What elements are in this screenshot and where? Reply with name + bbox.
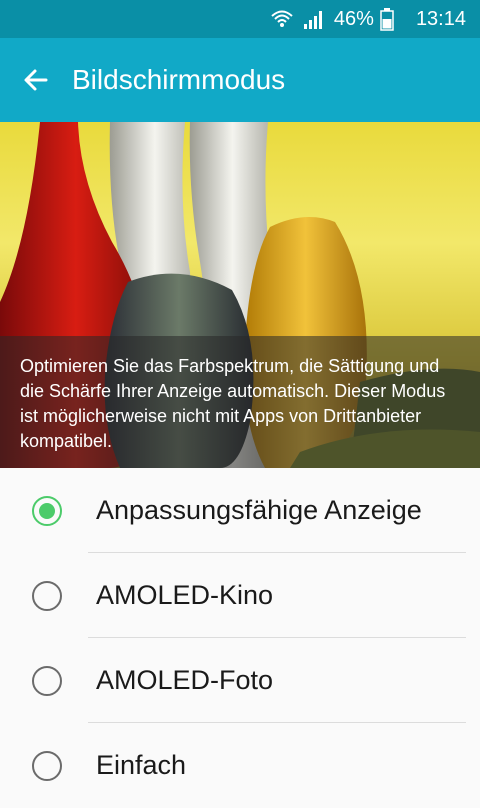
preview-image: Optimieren Sie das Farbspektrum, die Sät… xyxy=(0,122,480,468)
option-basic[interactable]: Einfach xyxy=(0,723,480,808)
signal-icon xyxy=(302,8,326,30)
radio-unselected-icon[interactable] xyxy=(32,665,62,696)
option-label: Anpassungsfähige Anzeige xyxy=(96,495,422,525)
option-adaptive-display[interactable]: Anpassungsfähige Anzeige xyxy=(0,468,480,553)
clock: 13:14 xyxy=(415,7,466,30)
radio-unselected-icon[interactable] xyxy=(32,750,62,781)
hero-caption: Optimieren Sie das Farbspektrum, die Sät… xyxy=(0,336,480,468)
app-bar: Bildschirmmodus xyxy=(0,38,480,122)
option-amoled-cinema[interactable]: AMOLED-Kino xyxy=(0,553,480,638)
back-button[interactable] xyxy=(0,38,72,122)
option-label: AMOLED-Kino xyxy=(96,580,274,610)
battery-percent: 46% xyxy=(333,7,374,30)
battery-icon xyxy=(380,7,394,31)
option-label: Einfach xyxy=(96,750,187,780)
radio-selected-icon[interactable] xyxy=(32,495,62,526)
back-arrow-icon xyxy=(24,69,48,91)
page-title: Bildschirmmodus xyxy=(72,64,286,95)
radio-unselected-icon[interactable] xyxy=(32,580,62,611)
display-mode-options: Anpassungsfähige Anzeige AMOLED-Kino AMO… xyxy=(0,468,480,808)
status-bar: 46% 13:14 xyxy=(0,0,480,38)
option-amoled-photo[interactable]: AMOLED-Foto xyxy=(0,638,480,723)
option-label: AMOLED-Foto xyxy=(96,665,274,695)
wifi-icon xyxy=(270,8,294,30)
